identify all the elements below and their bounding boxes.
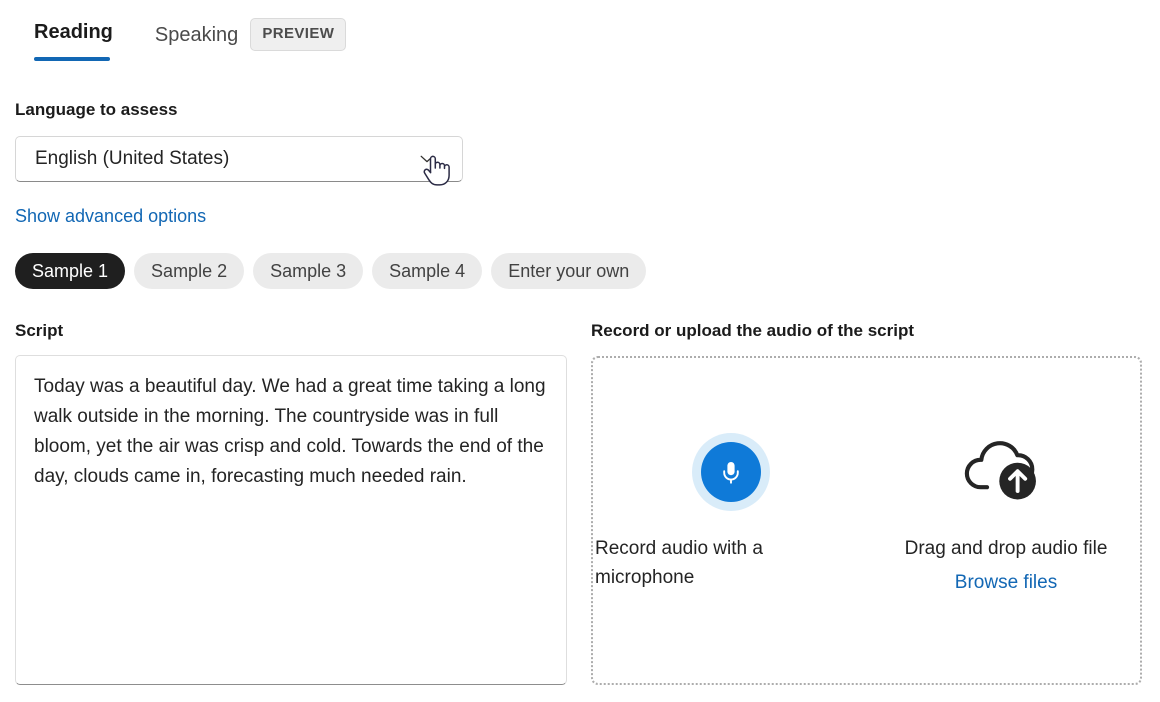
- sample-pill-1[interactable]: Sample 1: [15, 253, 125, 289]
- sample-pill-2-label: Sample 2: [151, 253, 227, 289]
- language-dropdown-value: English (United States): [35, 147, 418, 171]
- cloud-upload-icon-wrap: [868, 430, 1144, 514]
- record-upload-dropzone[interactable]: Record audio with a microphone Drag and …: [591, 356, 1142, 685]
- sample-pill-3[interactable]: Sample 3: [253, 253, 363, 289]
- sample-pill-4-label: Sample 4: [389, 253, 465, 289]
- tab-reading-label: Reading: [34, 21, 113, 43]
- tab-speaking-label: Speaking: [155, 21, 238, 49]
- tab-bar: Reading Speaking PREVIEW: [0, 0, 1160, 68]
- script-label: Script: [15, 320, 63, 342]
- browse-files-link[interactable]: Browse files: [868, 570, 1144, 595]
- cloud-upload-icon[interactable]: [962, 434, 1050, 510]
- sample-pill-enter-your-own[interactable]: Enter your own: [491, 253, 646, 289]
- tab-active-indicator: [34, 57, 110, 61]
- upload-audio-option[interactable]: Drag and drop audio file Browse files: [868, 430, 1144, 595]
- tab-reading[interactable]: Reading: [24, 0, 123, 46]
- language-dropdown[interactable]: English (United States): [15, 136, 463, 182]
- script-text: Today was a beautiful day. We had a grea…: [34, 372, 550, 492]
- record-panel-label: Record or upload the audio of the script: [591, 320, 914, 342]
- sample-pill-2[interactable]: Sample 2: [134, 253, 244, 289]
- sample-pill-enter-your-own-label: Enter your own: [508, 253, 629, 289]
- record-audio-button[interactable]: [692, 433, 770, 511]
- record-audio-caption: Record audio with a microphone: [593, 534, 785, 592]
- show-advanced-options-link[interactable]: Show advanced options: [15, 204, 206, 228]
- tab-speaking[interactable]: Speaking PREVIEW: [145, 0, 350, 51]
- preview-badge: PREVIEW: [250, 18, 346, 51]
- microphone-icon: [701, 442, 761, 502]
- language-label: Language to assess: [15, 99, 178, 121]
- record-audio-option[interactable]: Record audio with a microphone: [593, 430, 868, 592]
- script-textarea[interactable]: Today was a beautiful day. We had a grea…: [15, 355, 567, 685]
- sample-pill-4[interactable]: Sample 4: [372, 253, 482, 289]
- sample-pill-1-label: Sample 1: [32, 253, 108, 289]
- sample-pill-3-label: Sample 3: [270, 253, 346, 289]
- chevron-down-icon: [418, 150, 436, 168]
- upload-audio-caption: Drag and drop audio file: [868, 534, 1144, 563]
- sample-pill-group: Sample 1 Sample 2 Sample 3 Sample 4 Ente…: [15, 253, 646, 289]
- microphone-icon-wrap: [593, 430, 868, 514]
